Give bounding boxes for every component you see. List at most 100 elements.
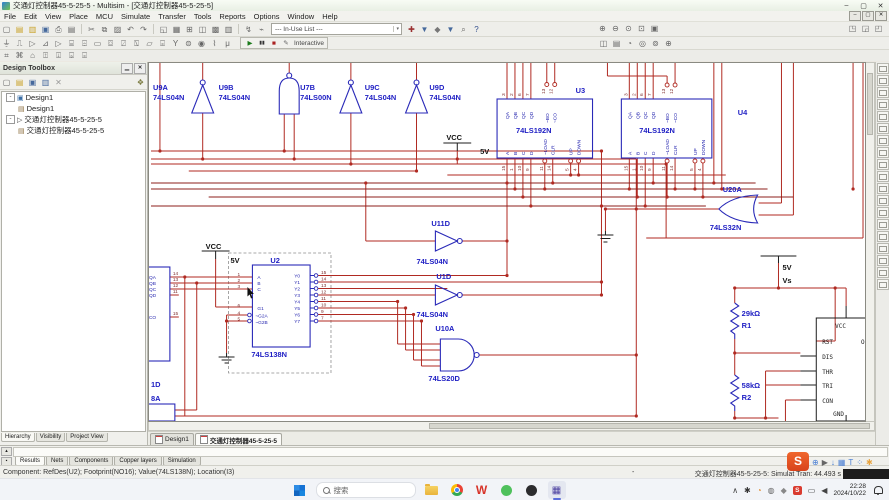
postprocessor-icon[interactable]: ◳ [847, 23, 858, 34]
new-component-icon[interactable]: ✚ [406, 24, 417, 35]
stop-simulation-button[interactable]: ■ [269, 38, 279, 49]
tab-Hierarchy[interactable]: Hierarchy [1, 433, 35, 442]
word-generator-instrument-button[interactable] [877, 147, 889, 158]
menu-tools[interactable]: Tools [190, 12, 216, 21]
frequency-counter-instrument-button[interactable] [877, 135, 889, 146]
probe-settings-icon[interactable]: ◎ [637, 38, 648, 49]
toggle-border-icon[interactable]: ▦ [171, 24, 182, 35]
misc-icon[interactable]: ▱ [144, 38, 155, 49]
overlay-text-icon[interactable]: T [848, 458, 853, 467]
iv-analyzer-instrument-button[interactable] [877, 183, 889, 194]
tray-vpn-icon[interactable]: ◔ [757, 486, 762, 495]
wps-icon[interactable]: W [473, 481, 491, 499]
tab-Visibility[interactable]: Visibility [36, 433, 66, 442]
in-use-list-dropdown[interactable]: --- In-Use List --- ▾ [271, 23, 402, 35]
logic-converter-instrument-button[interactable] [877, 159, 889, 170]
run-simulation-button[interactable]: ▶ [245, 38, 255, 49]
tree-expander[interactable]: - [6, 93, 15, 102]
toolbox-open-icon[interactable]: ▤ [14, 77, 25, 88]
vertical-scrollbar[interactable] [866, 62, 875, 422]
fullscreen-icon[interactable]: ⊞ [184, 24, 195, 35]
overlay-grid-icon[interactable]: ⁘ [856, 458, 863, 467]
overlay-panel-icon[interactable]: ▦ [838, 458, 846, 467]
wire-icon[interactable]: ↯ [243, 24, 254, 35]
oscilloscope-instrument-button[interactable] [877, 99, 889, 110]
save-icon[interactable]: ▣ [40, 24, 51, 35]
overlay-crosshair-icon[interactable]: ⊕ [812, 458, 819, 467]
overlay-settings-icon[interactable]: ✱ [866, 458, 873, 467]
help-icon[interactable]: ? [471, 24, 482, 35]
voltage-probe-icon[interactable]: ⊚ [650, 38, 661, 49]
source-icon[interactable]: ⏚ [1, 38, 12, 49]
breadboard-icon[interactable]: ◰ [873, 23, 884, 34]
zoom-out-icon[interactable]: ⊖ [610, 23, 621, 34]
spreadsheet-view-icon[interactable]: ▥ [223, 24, 234, 35]
connector-icon[interactable]: ⌇ [209, 38, 220, 49]
basic-icon[interactable]: ⎍ [14, 38, 25, 49]
logic-icon[interactable]: ◲ [860, 23, 871, 34]
tab-Design1[interactable]: Design1 [150, 433, 194, 445]
menu-simulate[interactable]: Simulate [117, 12, 154, 21]
rf-icon[interactable]: Y [170, 38, 181, 49]
spreadsheet-expand-button[interactable]: ▴ [1, 447, 12, 456]
tree-expander[interactable]: - [6, 115, 15, 124]
four-channel-oscilloscope-instrument-button[interactable] [877, 111, 889, 122]
menu-view[interactable]: View [41, 12, 65, 21]
zoom-fit-icon[interactable]: ⊡ [636, 23, 647, 34]
bus-icon[interactable]: ⌁ [256, 24, 267, 35]
wattmeter-instrument-button[interactable] [877, 87, 889, 98]
schematic-canvas[interactable]: U9A74LS04NU9B74LS04NU7B74LS00NU9C74LS04N… [148, 62, 866, 422]
electromechanical-icon[interactable]: ⊜ [183, 38, 194, 49]
maximize-button[interactable]: ▢ [855, 2, 872, 10]
open-icon[interactable]: ▤ [14, 24, 25, 35]
properties-icon[interactable]: ⌻ [79, 50, 90, 61]
ttl-icon[interactable]: ⌸ [66, 38, 77, 49]
goto-parent-icon[interactable]: ⌂ [27, 50, 38, 61]
zoom-area-icon[interactable]: ⊙ [623, 23, 634, 34]
print-icon[interactable]: ⎙ [53, 24, 64, 35]
minimize-button[interactable]: – [838, 2, 855, 10]
paste-icon[interactable]: ▨ [112, 24, 123, 35]
menu-edit[interactable]: Edit [20, 12, 41, 21]
mdi-restore-button[interactable]: ▢ [862, 11, 874, 21]
grapher-icon[interactable]: ◫ [598, 38, 609, 49]
menu-options[interactable]: Options [250, 12, 284, 21]
bus-vector-icon[interactable]: ⍗ [53, 50, 64, 61]
new-sheet-icon[interactable]: ⌘ [14, 50, 25, 61]
toolbox-close-button[interactable]: ✕ [134, 63, 146, 74]
agilent-oscilloscope-instrument-button[interactable] [877, 255, 889, 266]
file-explorer-icon[interactable] [423, 481, 441, 499]
analog-icon[interactable]: ▷ [53, 38, 64, 49]
design-toolbox-icon[interactable]: ▩ [210, 24, 221, 35]
new-icon[interactable]: ▢ [1, 24, 12, 35]
copy-icon[interactable]: ⧉ [99, 24, 110, 35]
current-probe-icon[interactable]: ⊕ [663, 38, 674, 49]
replace-icon[interactable]: ⌺ [66, 50, 77, 61]
diode-icon[interactable]: ▷ [27, 38, 38, 49]
tray-display-icon[interactable]: ▭ [808, 486, 816, 495]
power-icon[interactable]: ⍂ [131, 38, 142, 49]
menu-window[interactable]: Window [284, 12, 319, 21]
menu-reports[interactable]: Reports [215, 12, 249, 21]
menu-transfer[interactable]: Transfer [154, 12, 190, 21]
menu-file[interactable]: File [0, 12, 20, 21]
toolbox-save-icon[interactable]: ▣ [27, 77, 38, 88]
tray-mic-icon[interactable]: ◍ [768, 486, 775, 495]
taskbar-clock[interactable]: 22:28 2024/10/22 [833, 483, 866, 498]
zoom-sheet-icon[interactable]: ▣ [649, 23, 660, 34]
overlay-download-icon[interactable]: ↓ [831, 458, 835, 467]
taskbar-search[interactable]: 搜索 [316, 482, 416, 498]
toolbox-save-all-icon[interactable]: ▥ [40, 77, 51, 88]
transistor-icon[interactable]: ⊿ [40, 38, 51, 49]
menu-place[interactable]: Place [65, 12, 92, 21]
horizontal-scrollbar[interactable] [148, 422, 875, 431]
pause-simulation-button[interactable]: ▮▮ [257, 38, 267, 49]
tree-item[interactable]: -▣Design1 [2, 92, 145, 103]
misc-digital-icon[interactable]: ▭ [92, 38, 103, 49]
distortion-analyzer-instrument-button[interactable] [877, 195, 889, 206]
toolbox-pin-button[interactable]: ▁ [121, 63, 133, 74]
hierarchy-icon[interactable]: ⌗ [1, 50, 12, 61]
function-generator-instrument-button[interactable] [877, 75, 889, 86]
interactive-label[interactable]: Interactive [294, 40, 324, 47]
toolbox-new-icon[interactable]: ▢ [1, 77, 12, 88]
